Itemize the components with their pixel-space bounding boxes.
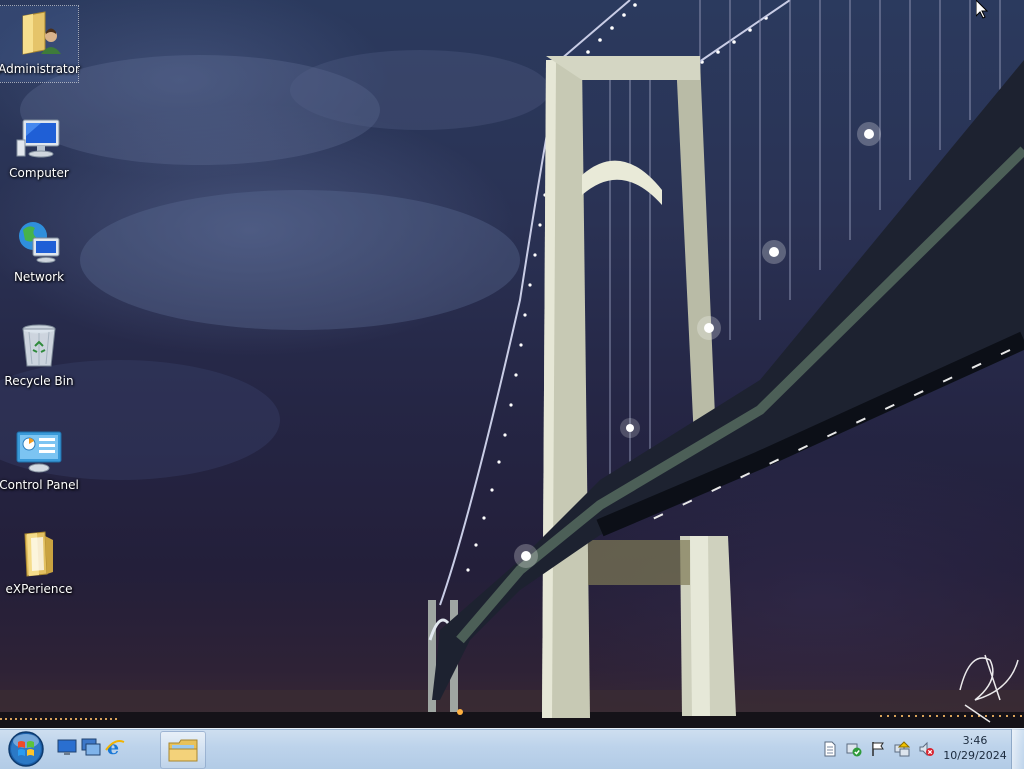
system-clock[interactable]: 3:46 10/29/2024 bbox=[938, 733, 1012, 763]
network-icon bbox=[19, 222, 60, 263]
flag-icon[interactable] bbox=[870, 741, 886, 757]
desktop-icon-control-panel[interactable]: Control Panel bbox=[0, 422, 79, 498]
recycle-bin-icon bbox=[22, 324, 56, 367]
wallpaper-bridge-image bbox=[0, 0, 1024, 728]
windows-explorer-icon bbox=[168, 739, 198, 762]
internet-explorer-icon[interactable]: e bbox=[104, 736, 126, 758]
clock-time: 3:46 bbox=[962, 734, 988, 747]
clock-date: 10/29/2024 bbox=[943, 749, 1007, 762]
network-tray-icon[interactable] bbox=[894, 741, 910, 757]
desktop-icon-label: Network bbox=[13, 270, 65, 284]
volume-muted-icon[interactable] bbox=[918, 741, 934, 757]
document-icon[interactable] bbox=[822, 741, 838, 757]
desktop-icon-label: Administrator bbox=[0, 62, 80, 76]
taskbar-button-explorer[interactable] bbox=[160, 731, 206, 769]
switch-windows-icon[interactable] bbox=[80, 736, 102, 758]
mouse-pointer-icon bbox=[976, 0, 988, 19]
desktop-icon-computer[interactable]: Computer bbox=[0, 110, 78, 186]
windows-orb-icon[interactable] bbox=[6, 730, 46, 768]
desktop[interactable]: Administrator Computer Network Recycle B… bbox=[0, 0, 1024, 728]
computer-icon bbox=[16, 119, 60, 158]
desktop-icon-label: Computer bbox=[9, 166, 69, 180]
action-center-icon[interactable] bbox=[846, 741, 862, 757]
desktop-icon-recycle-bin[interactable]: Recycle Bin bbox=[0, 318, 78, 394]
desktop-icon-label: eXPerience bbox=[5, 582, 73, 596]
show-desktop-button[interactable] bbox=[1011, 729, 1024, 769]
folder-icon bbox=[24, 531, 53, 577]
desktop-icon-experience[interactable]: eXPerience bbox=[0, 526, 78, 602]
desktop-icon-label: Recycle Bin bbox=[4, 374, 74, 388]
desktop-icon-label: Control Panel bbox=[0, 478, 79, 492]
user-folder-icon bbox=[22, 11, 61, 55]
show-desktop-icon[interactable] bbox=[56, 736, 78, 758]
desktop-icon-administrator[interactable]: Administrator bbox=[0, 5, 80, 83]
desktop-icon-network[interactable]: Network bbox=[0, 214, 78, 290]
taskbar[interactable]: e 3:46 10/29/2024 bbox=[0, 728, 1024, 769]
control-panel-icon bbox=[16, 431, 62, 473]
